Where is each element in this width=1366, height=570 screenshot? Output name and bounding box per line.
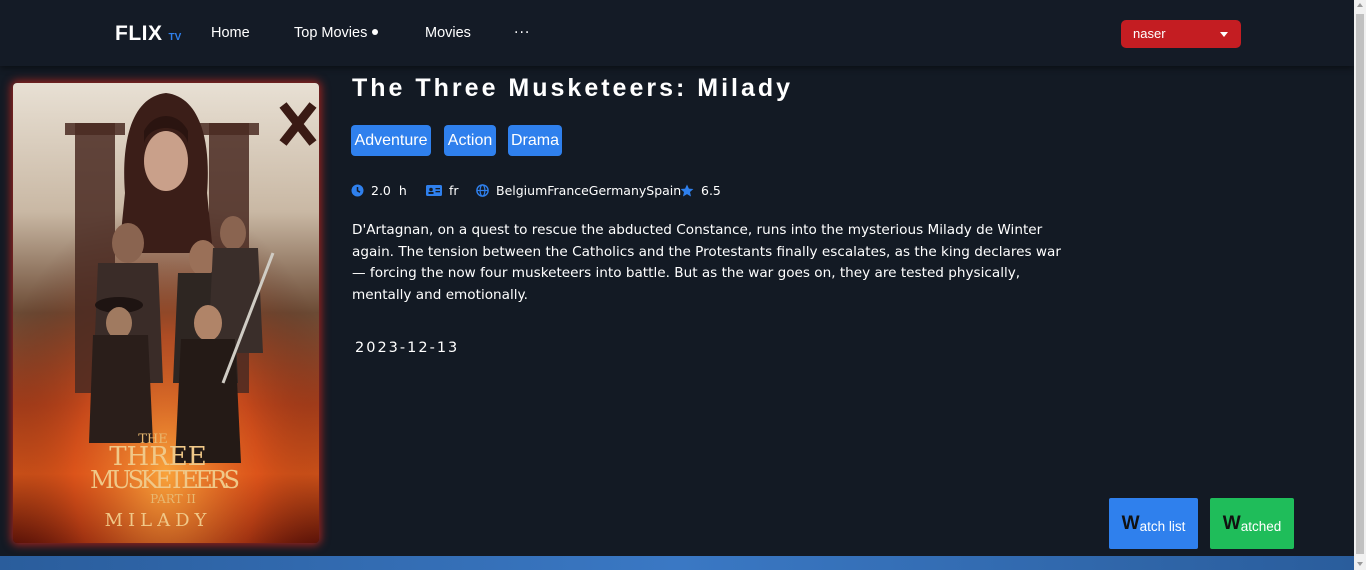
nav-top-movies-link[interactable]: Top Movies bbox=[294, 25, 379, 41]
nav-movies-link[interactable]: Movies bbox=[425, 25, 471, 41]
genre-tag-adventure[interactable]: Adventure bbox=[351, 125, 431, 156]
watchlist-initial: W bbox=[1121, 512, 1140, 534]
watched-initial: W bbox=[1222, 512, 1241, 534]
watchlist-button[interactable]: Watch list bbox=[1109, 498, 1198, 549]
scroll-down-arrow-icon[interactable] bbox=[1357, 562, 1363, 566]
countries-value: BelgiumFranceGermanySpain bbox=[496, 183, 682, 198]
site-logo[interactable]: FLIX TV bbox=[115, 22, 181, 46]
logo-text: FLIX bbox=[115, 22, 163, 45]
nav-top-movies-label: Top Movies bbox=[294, 25, 368, 41]
release-date: 2023-12-13 bbox=[355, 340, 460, 356]
language-info: fr bbox=[426, 183, 459, 198]
runtime-value: 2.0 h bbox=[371, 183, 407, 198]
genre-tag-drama[interactable]: Drama bbox=[508, 125, 562, 156]
id-card-icon bbox=[426, 185, 442, 196]
movie-title: The Three Musketeers: Milady bbox=[352, 74, 794, 102]
scroll-up-arrow-icon[interactable] bbox=[1357, 3, 1363, 7]
runtime-info: 2.0 h bbox=[351, 183, 407, 198]
star-icon bbox=[680, 184, 694, 197]
poster-artwork: THE THREE MUSKETEERS PART II MILADY bbox=[13, 83, 319, 543]
poster-title-line5: MILADY bbox=[105, 510, 212, 531]
watched-label: atched bbox=[1240, 518, 1282, 534]
genre-tag-action[interactable]: Action bbox=[444, 125, 496, 156]
dot-icon bbox=[372, 29, 379, 36]
logo-sub-text: TV bbox=[168, 32, 182, 43]
clock-icon bbox=[351, 184, 364, 197]
movie-overview: D'Artagnan, on a quest to rescue the abd… bbox=[352, 222, 1061, 303]
scroll-thumb[interactable] bbox=[1356, 14, 1364, 554]
rating-info: 6.5 bbox=[680, 183, 721, 198]
more-menu-icon[interactable]: ··· bbox=[514, 25, 530, 41]
poster-title-line4: PART II bbox=[150, 492, 196, 506]
rating-value: 6.5 bbox=[701, 183, 721, 198]
movie-poster: THE THREE MUSKETEERS PART II MILADY bbox=[13, 83, 319, 543]
top-navbar: FLIX TV Home Top Movies Movies ··· naser bbox=[0, 0, 1354, 66]
globe-icon bbox=[476, 184, 489, 197]
watchlist-label: atch list bbox=[1139, 518, 1186, 534]
footer-band bbox=[0, 556, 1354, 570]
language-value: fr bbox=[449, 183, 459, 198]
user-dropdown[interactable]: naser bbox=[1121, 20, 1241, 48]
nav-home-link[interactable]: Home bbox=[211, 25, 250, 41]
poster-title-line3: MUSKETEERS bbox=[90, 466, 240, 494]
page-scrollbar[interactable] bbox=[1354, 0, 1366, 570]
watched-button[interactable]: Watched bbox=[1210, 498, 1294, 549]
caret-down-icon bbox=[1220, 32, 1228, 37]
countries-info: BelgiumFranceGermanySpain bbox=[476, 183, 681, 198]
user-name: naser bbox=[1133, 26, 1166, 41]
